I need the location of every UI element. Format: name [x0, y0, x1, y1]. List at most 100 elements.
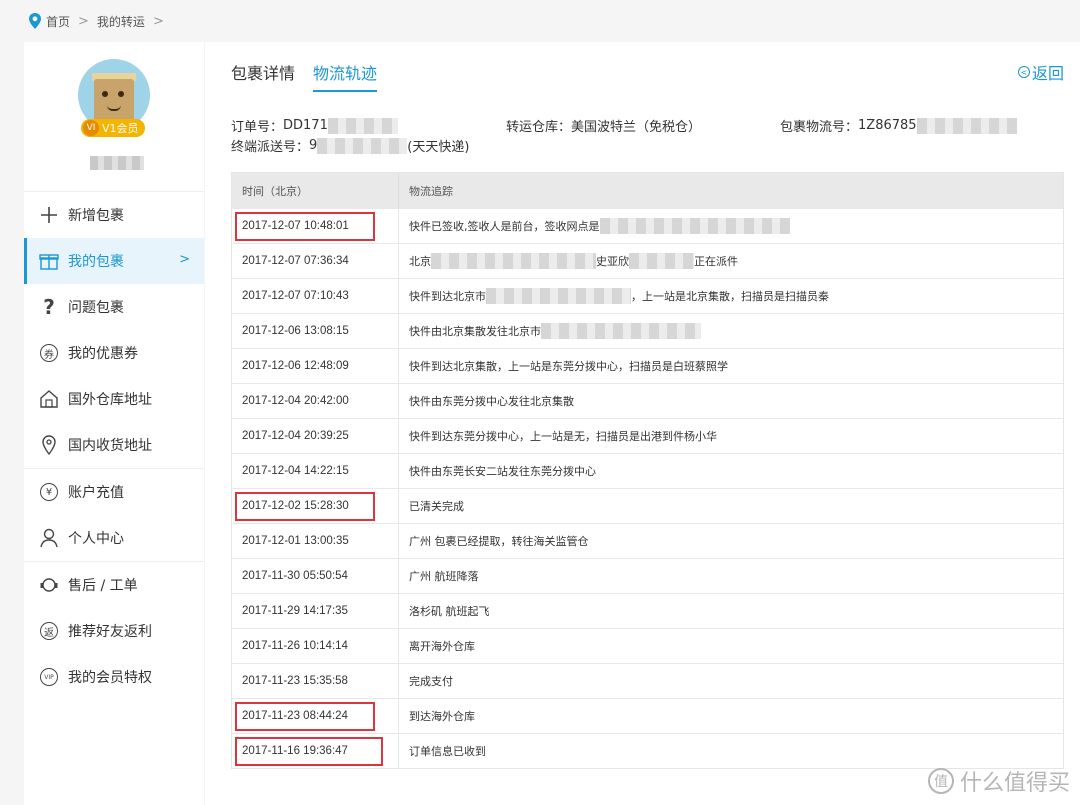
row-track: 已清关完成	[399, 489, 1063, 523]
tab-bar: 包裹详情 物流轨迹	[231, 60, 395, 92]
row-track: 离开海外仓库	[399, 629, 1063, 663]
row-track: 快件到达北京集散，上一站是东莞分拨中心，扫描员是白班蔡照学	[399, 349, 1063, 383]
sidebar-item-referral[interactable]: 返 推荐好友返利	[24, 608, 204, 654]
table-row: 2017-12-07 07:36:34 北京 史亚欣 正在派件	[232, 243, 1063, 278]
back-button[interactable]: < 返回	[1017, 60, 1064, 84]
row-track-text: 已清关完成	[409, 500, 464, 513]
column-header-track: 物流追踪	[409, 184, 453, 198]
breadcrumb-current[interactable]: 我的转运	[97, 13, 145, 30]
row-track: 北京 史亚欣 正在派件	[399, 244, 1063, 278]
sidebar-item-domestic-address[interactable]: 国内收货地址	[24, 422, 204, 468]
table-row: 2017-12-04 20:39:25 快件到达东莞分拨中心，上一站是无，扫描员是…	[232, 418, 1063, 453]
row-track-text: 广州 航班降落	[409, 570, 479, 583]
table-row: 2017-12-06 12:48:09 快件到达北京集散，上一站是东莞分拨中心，扫…	[232, 348, 1063, 383]
question-icon: ?	[43, 295, 55, 319]
sidebar-item-coupons[interactable]: 券 我的优惠券	[24, 330, 204, 376]
row-time: 2017-12-04 20:42:00	[232, 384, 399, 418]
row-time: 2017-11-26 10:14:14	[232, 629, 399, 663]
plus-icon	[38, 204, 60, 226]
row-time: 2017-12-06 13:08:15	[232, 314, 399, 348]
row-time: 2017-11-29 14:17:35	[232, 594, 399, 628]
sidebar-item-overseas-warehouse[interactable]: 国外仓库地址	[24, 376, 204, 422]
table-row: 2017-11-16 19:36:47 订单信息已收到	[232, 733, 1063, 768]
table-row: 2017-12-07 07:10:43 快件到达北京市 ，上一站是北京集散，扫描员是…	[232, 278, 1063, 313]
table-row: 2017-11-23 15:35:58 完成支付	[232, 663, 1063, 698]
chevron-right-icon: >	[179, 252, 190, 267]
row-track-text: 广州 包裹已经提取，转往海关监管仓	[409, 535, 589, 548]
sidebar-item-personal-center[interactable]: 个人中心	[24, 515, 204, 561]
row-track-text: 快件已签收,签收人是前台，签收网点是	[409, 220, 600, 233]
watermark-text: 什么值得买	[959, 771, 1070, 796]
table-row: 2017-11-30 05:50:54 广州 航班降落	[232, 558, 1063, 593]
row-track: 快件由东莞分拨中心发往北京集散	[399, 384, 1063, 418]
user-profile: VI V1会员	[24, 42, 204, 192]
transfer-warehouse: 转运仓库： 美国波特兰（免税仓）	[506, 120, 702, 135]
redacted-value	[431, 253, 596, 269]
row-track: 快件由东莞长安二站发往东莞分拨中心	[399, 454, 1063, 488]
chevron-right-icon: >	[78, 13, 89, 29]
highlight-box	[235, 212, 375, 241]
tab-package-details[interactable]: 包裹详情	[231, 60, 295, 92]
chevron-right-icon: >	[152, 13, 164, 29]
back-arrow-icon: <	[1017, 66, 1030, 78]
breadcrumb: 首页 > 我的转运 >	[0, 0, 1080, 42]
tab-logistics-track[interactable]: 物流轨迹	[313, 60, 378, 92]
order-number: 订单号： DD171	[231, 116, 398, 135]
redacted-value	[486, 288, 631, 304]
location-pin-icon	[38, 434, 60, 456]
watermark: 值 什么值得买	[927, 765, 1070, 797]
sidebar-item-after-sales[interactable]: 售后 / 工单	[24, 562, 204, 608]
row-track: 订单信息已收到	[399, 734, 1063, 768]
redacted-value	[629, 253, 694, 269]
sidebar-item-label: 账户充值	[68, 485, 124, 501]
row-track-text: 完成支付	[409, 675, 453, 688]
package-info: 订单号： DD171 转运仓库： 美国波特兰（免税仓） 包裹物流号： 1Z867…	[231, 116, 1061, 156]
row-track-text: 快件到达北京市	[409, 290, 486, 303]
breadcrumb-home[interactable]: 首页	[46, 13, 70, 30]
highlight-box	[235, 702, 375, 731]
sidebar-item-vip-privileges[interactable]: VIP 我的会员特权	[24, 654, 204, 700]
warehouse-icon	[38, 388, 60, 410]
column-header-time: 时间（北京）	[232, 173, 399, 208]
row-time: 2017-11-30 05:50:54	[232, 559, 399, 593]
table-header: 时间（北京） 物流追踪	[232, 173, 1063, 208]
main-panel: 包裹详情 物流轨迹 < 返回 订单号： DD171 转运仓库： 美国波特兰（免税…	[205, 42, 1080, 805]
sidebar-item-label: 新增包裹	[68, 208, 124, 224]
rebate-icon: 返	[38, 620, 60, 642]
table-row: 2017-11-29 14:17:35 洛杉矶 航班起飞	[232, 593, 1063, 628]
row-track-text: 北京	[409, 255, 431, 268]
row-track-text: 订单信息已收到	[409, 745, 486, 758]
table-row: 2017-12-04 20:42:00 快件由东莞分拨中心发往北京集散	[232, 383, 1063, 418]
row-track: 广州 包裹已经提取，转往海关监管仓	[399, 524, 1063, 558]
row-track-text: 快件到达北京集散，上一站是东莞分拨中心，扫描员是白班蔡照学	[409, 360, 728, 373]
row-track-text: ，上一站是北京集散，扫描员是扫描员秦	[631, 290, 829, 303]
row-track: 快件到达东莞分拨中心，上一站是无，扫描员是出港到件杨小华	[399, 419, 1063, 453]
table-row: 2017-12-04 14:22:15 快件由东莞长安二站发往东莞分拨中心	[232, 453, 1063, 488]
sidebar-item-add-package[interactable]: 新增包裹	[24, 192, 204, 238]
sidebar-item-my-packages[interactable]: 我的包裹 >	[24, 238, 204, 284]
row-track: 到达海外仓库	[399, 699, 1063, 733]
username-redacted	[90, 156, 144, 170]
sidebar-item-label: 国外仓库地址	[68, 392, 152, 408]
sidebar-item-recharge[interactable]: ¥ 账户充值	[24, 469, 204, 515]
highlight-box	[235, 737, 383, 766]
redacted-value	[317, 137, 408, 154]
sidebar-item-label: 问题包裹	[68, 300, 124, 316]
coupon-icon: 券	[38, 342, 60, 364]
table-row: 2017-12-02 15:28:30 已清关完成	[232, 488, 1063, 523]
vip-level-icon: VI	[83, 120, 99, 136]
row-track-text: 快件到达东莞分拨中心，上一站是无，扫描员是出港到件杨小华	[409, 430, 717, 443]
row-track: 广州 航班降落	[399, 559, 1063, 593]
yuan-icon: ¥	[38, 481, 60, 503]
sidebar-item-label: 我的包裹	[68, 254, 124, 270]
sidebar-item-problem-packages[interactable]: ? 问题包裹	[24, 284, 204, 330]
row-track-text: 快件由东莞分拨中心发往北京集散	[409, 395, 574, 408]
row-time: 2017-12-01 13:00:35	[232, 524, 399, 558]
vip-badge: VI V1会员	[81, 119, 145, 137]
row-time: 2017-12-04 14:22:15	[232, 454, 399, 488]
row-track-text: 正在派件	[694, 255, 738, 268]
watermark-logo-icon: 值	[927, 768, 954, 794]
sidebar-item-label: 国内收货地址	[68, 438, 152, 454]
redacted-value	[541, 323, 701, 339]
row-track-text: 到达海外仓库	[409, 710, 475, 723]
